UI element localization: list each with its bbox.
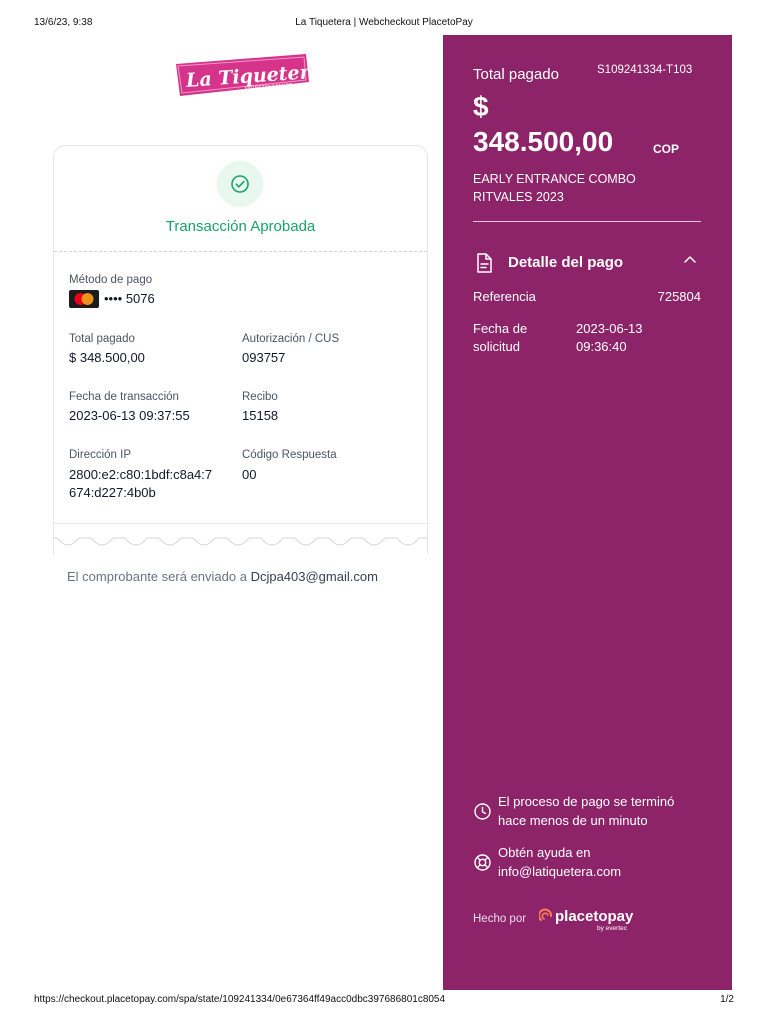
help-email-link[interactable]: info@latiquetera.com bbox=[498, 864, 621, 879]
response-code-label: Código Respuesta bbox=[242, 449, 337, 461]
email-notice: El comprobante será enviado a Dcjpa403@g… bbox=[67, 569, 378, 584]
placetopay-logo-icon bbox=[538, 908, 553, 927]
receipt-value: 15158 bbox=[242, 408, 279, 423]
email-address: Dcjpa403@gmail.com bbox=[250, 569, 378, 584]
receipt-label: Recibo bbox=[242, 391, 278, 403]
la-tiquetera-logo: La Tiquetera ENTRETENIMIENTO bbox=[176, 54, 310, 96]
help-lifebuoy-icon bbox=[473, 853, 492, 877]
total-paid-value: $ 348.500,00 bbox=[69, 350, 145, 365]
summary-divider bbox=[473, 221, 701, 222]
process-time-line2: hace menos de un minuto bbox=[498, 813, 648, 828]
summary-currency: COP bbox=[653, 142, 680, 156]
made-by-label: Hecho por bbox=[473, 913, 527, 925]
transaction-date-value: 2023-06-13 09:37:55 bbox=[69, 408, 190, 423]
payment-method-label: Método de pago bbox=[69, 274, 153, 286]
payment-detail-title[interactable]: Detalle del pago bbox=[508, 254, 623, 271]
receipt-card: Transacción Aprobada Método de pago ••••… bbox=[53, 145, 428, 554]
summary-reference-code: S109241334-T103 bbox=[597, 64, 693, 76]
help-line1: Obtén ayuda en bbox=[498, 845, 591, 860]
summary-amount: 348.500,00 bbox=[473, 126, 614, 157]
product-description-line1: EARLY ENTRANCE COMBO bbox=[473, 172, 636, 186]
print-url: https://checkout.placetopay.com/spa/stat… bbox=[34, 994, 446, 1005]
request-date-value-line2: 09:36:40 bbox=[576, 339, 627, 354]
product-description-line2: RITVALES 2023 bbox=[473, 190, 564, 204]
total-paid-label: Total pagado bbox=[69, 333, 135, 345]
email-notice-text: El comprobante será enviado a bbox=[67, 569, 251, 584]
transaction-status: Transacción Aprobada bbox=[165, 218, 316, 235]
document-icon bbox=[473, 252, 495, 279]
evertec-tagline: by evertec bbox=[597, 925, 627, 932]
print-page-number: 1/2 bbox=[720, 994, 734, 1005]
card-number-masked: •••• 5076 bbox=[104, 291, 155, 306]
dashed-divider bbox=[54, 251, 427, 252]
receipt-scallop-edge bbox=[53, 537, 428, 546]
print-page-title: La Tiquetera | Webcheckout PlacetoPay bbox=[295, 17, 473, 28]
request-date-value-line1: 2023-06-13 bbox=[576, 321, 643, 336]
ip-address-line1: 2800:e2:c80:1bdf:c8a4:7 bbox=[69, 467, 213, 482]
currency-symbol: $ bbox=[473, 91, 489, 122]
ip-address-line2: 674:d227:4b0b bbox=[69, 485, 156, 500]
request-date-label-line2: solicitud bbox=[473, 339, 520, 354]
reference-label: Referencia bbox=[473, 289, 536, 304]
card-bottom-divider bbox=[54, 523, 427, 524]
approved-check-icon bbox=[217, 161, 263, 207]
chevron-up-icon[interactable] bbox=[682, 252, 698, 273]
authorization-value: 093757 bbox=[242, 350, 286, 365]
response-code-value: 00 bbox=[242, 467, 257, 482]
clock-icon bbox=[473, 802, 492, 826]
reference-value: 725804 bbox=[657, 289, 701, 304]
payment-summary-panel: Total pagado S109241334-T103 $ 348.500,0… bbox=[443, 35, 732, 990]
process-time-line1: El proceso de pago se terminó bbox=[498, 794, 675, 809]
mastercard-icon bbox=[69, 290, 99, 308]
summary-total-label: Total pagado bbox=[473, 66, 559, 83]
ip-address-label: Dirección IP bbox=[69, 449, 131, 461]
placetopay-logo-text: placetopay bbox=[555, 908, 634, 925]
transaction-date-label: Fecha de transacción bbox=[69, 391, 179, 403]
authorization-label: Autorización / CUS bbox=[242, 333, 340, 345]
request-date-label-line1: Fecha de bbox=[473, 321, 528, 336]
